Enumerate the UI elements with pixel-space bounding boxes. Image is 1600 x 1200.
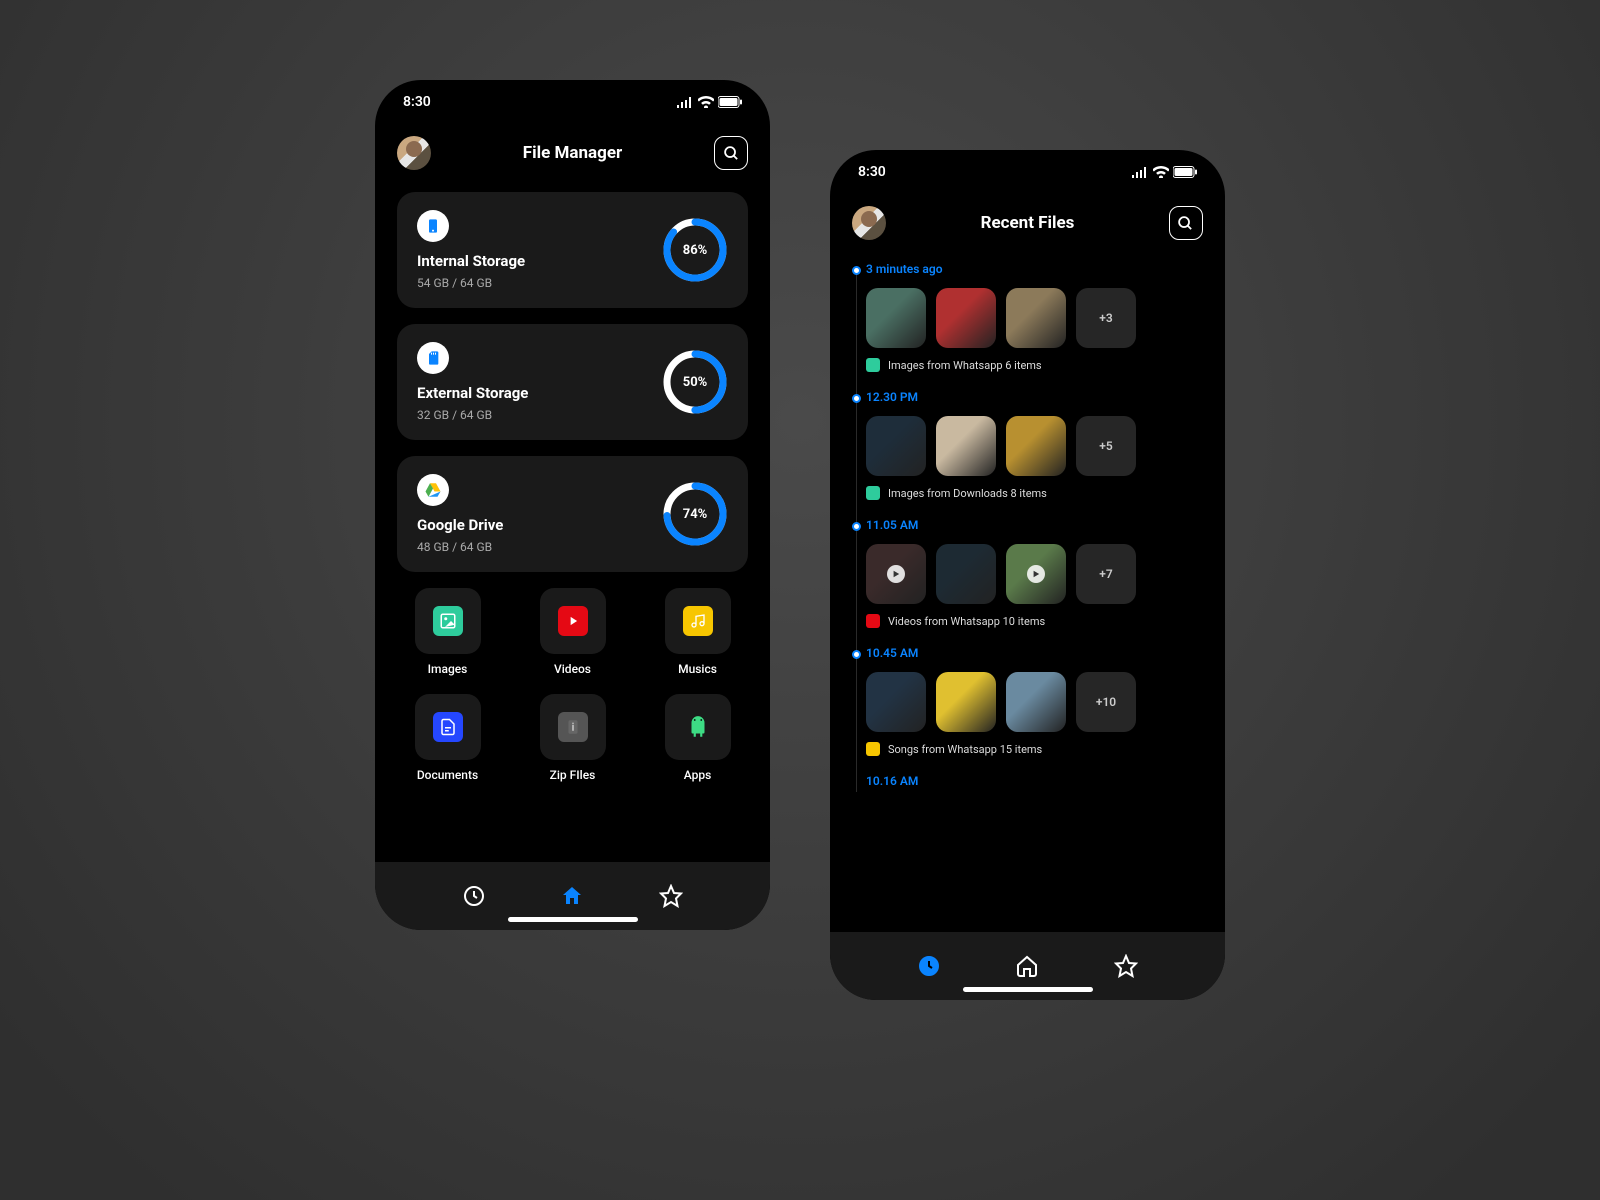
- thumb[interactable]: [936, 416, 996, 476]
- android-icon: [683, 712, 713, 742]
- storage-card-1[interactable]: External Storage 32 GB / 64 GB 50%: [397, 324, 748, 440]
- timeline-time: 10.16 AM: [866, 774, 1203, 788]
- nav-home[interactable]: [559, 883, 585, 909]
- page-title: File Manager: [523, 143, 622, 163]
- caption-badge: [866, 358, 880, 372]
- thumb[interactable]: [866, 416, 926, 476]
- phone-icon: [417, 210, 449, 242]
- nav-recent[interactable]: [461, 883, 487, 909]
- header: Recent Files: [830, 194, 1225, 252]
- nav-home[interactable]: [1014, 953, 1040, 979]
- timeline-dot: [852, 522, 861, 531]
- category-label: Documents: [417, 768, 478, 782]
- storage-ring: 74%: [662, 481, 728, 547]
- home-indicator[interactable]: [963, 987, 1093, 992]
- timeline-item-2: 11.05 AM +7 Videos from Whatsapp 10 item…: [866, 518, 1203, 628]
- thumb[interactable]: [866, 544, 926, 604]
- caption-badge: [866, 614, 880, 628]
- thumb[interactable]: [1006, 544, 1066, 604]
- search-button[interactable]: [714, 136, 748, 170]
- sd-card-icon: [417, 342, 449, 374]
- thumb[interactable]: [866, 672, 926, 732]
- avatar[interactable]: [397, 136, 431, 170]
- thumb[interactable]: [936, 672, 996, 732]
- storage-usage: 48 GB / 64 GB: [417, 540, 503, 554]
- storage-name: External Storage: [417, 384, 528, 402]
- header: File Manager: [375, 124, 770, 182]
- category-documents[interactable]: Documents: [397, 694, 498, 782]
- music-icon: [683, 606, 713, 636]
- thumb[interactable]: [936, 288, 996, 348]
- timeline-dot: [852, 650, 861, 659]
- status-time: 8:30: [403, 94, 431, 110]
- timeline-dot: [852, 394, 861, 403]
- thumb[interactable]: [1006, 416, 1066, 476]
- timeline-item-3: 10.45 AM +10 Songs from Whatsapp 15 item…: [866, 646, 1203, 756]
- thumb[interactable]: [866, 288, 926, 348]
- storage-ring: 86%: [662, 217, 728, 283]
- category-videos[interactable]: Videos: [522, 588, 623, 676]
- storage-name: Google Drive: [417, 516, 503, 534]
- timeline-caption: Songs from Whatsapp 15 items: [866, 742, 1203, 756]
- page-title: Recent Files: [981, 213, 1075, 233]
- category-label: Videos: [554, 662, 591, 676]
- google-drive-icon: [417, 474, 449, 506]
- status-icons: [1131, 166, 1197, 178]
- caption-badge: [866, 742, 880, 756]
- nav-recent[interactable]: [916, 953, 942, 979]
- thumb-more[interactable]: +10: [1076, 672, 1136, 732]
- thumb[interactable]: [1006, 288, 1066, 348]
- thumb[interactable]: [1006, 672, 1066, 732]
- nav-starred[interactable]: [1113, 953, 1139, 979]
- storage-usage: 54 GB / 64 GB: [417, 276, 525, 290]
- search-icon: [723, 145, 740, 162]
- timeline-item-0: 3 minutes ago +3 Images from Whatsapp 6 …: [866, 262, 1203, 372]
- caption-badge: [866, 486, 880, 500]
- nav-starred[interactable]: [658, 883, 684, 909]
- timeline-caption: Videos from Whatsapp 10 items: [866, 614, 1203, 628]
- thumb-more[interactable]: +3: [1076, 288, 1136, 348]
- thumb-more[interactable]: +7: [1076, 544, 1136, 604]
- storage-name: Internal Storage: [417, 252, 525, 270]
- category-apps[interactable]: Apps: [647, 694, 748, 782]
- status-time: 8:30: [858, 164, 886, 180]
- timeline-time: 10.45 AM: [866, 646, 1203, 660]
- timeline-caption: Images from Whatsapp 6 items: [866, 358, 1203, 372]
- category-label: Zip FIles: [550, 768, 596, 782]
- timeline-caption: Images from Downloads 8 items: [866, 486, 1203, 500]
- status-bar: 8:30: [830, 150, 1225, 194]
- category-label: Musics: [678, 662, 717, 676]
- status-icons: [676, 96, 742, 108]
- search-button[interactable]: [1169, 206, 1203, 240]
- thumb[interactable]: [936, 544, 996, 604]
- category-images[interactable]: Images: [397, 588, 498, 676]
- timeline-item-1: 12.30 PM +5 Images from Downloads 8 item…: [866, 390, 1203, 500]
- timeline-time: 12.30 PM: [866, 390, 1203, 404]
- storage-card-2[interactable]: Google Drive 48 GB / 64 GB 74%: [397, 456, 748, 572]
- search-icon: [1177, 215, 1194, 232]
- category-label: Apps: [684, 768, 712, 782]
- home-indicator[interactable]: [508, 917, 638, 922]
- status-bar: 8:30: [375, 80, 770, 124]
- storage-card-0[interactable]: Internal Storage 54 GB / 64 GB 86%: [397, 192, 748, 308]
- avatar[interactable]: [852, 206, 886, 240]
- phone-recent: 8:30 Recent Files 3 minutes ago +3 Image…: [830, 150, 1225, 1000]
- zip-icon: [558, 712, 588, 742]
- phone-home: 8:30 File Manager Internal Storage 54 GB…: [375, 80, 770, 930]
- timeline-time: 11.05 AM: [866, 518, 1203, 532]
- timeline-item-4: 10.16 AM: [866, 774, 1203, 792]
- timeline-dot: [852, 266, 861, 275]
- category-musics[interactable]: Musics: [647, 588, 748, 676]
- category-label: Images: [428, 662, 468, 676]
- youtube-icon: [558, 606, 588, 636]
- storage-ring: 50%: [662, 349, 728, 415]
- document-icon: [433, 712, 463, 742]
- timeline-time: 3 minutes ago: [866, 262, 1203, 276]
- category-zip files[interactable]: Zip FIles: [522, 694, 623, 782]
- storage-usage: 32 GB / 64 GB: [417, 408, 528, 422]
- image-icon: [433, 606, 463, 636]
- thumb-more[interactable]: +5: [1076, 416, 1136, 476]
